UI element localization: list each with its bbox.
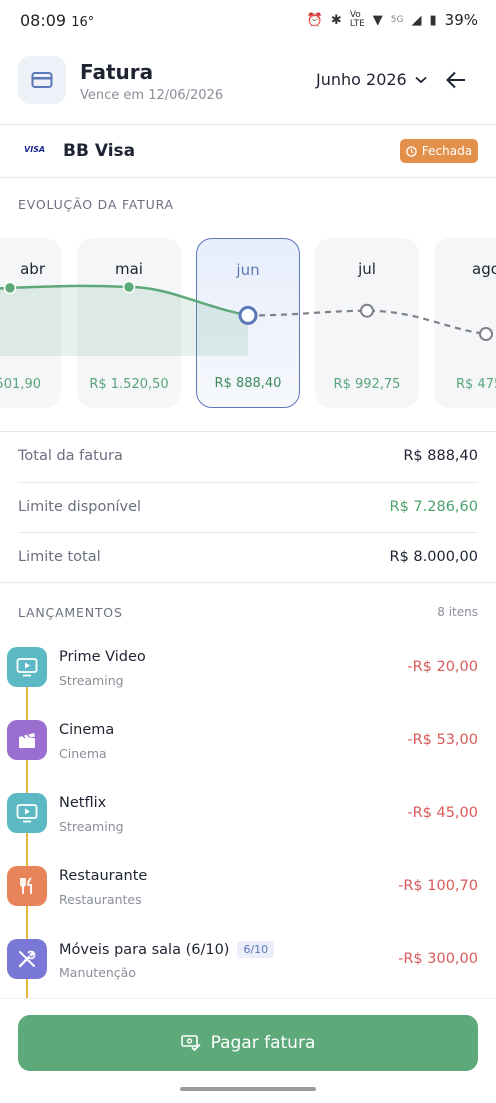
evolution-title: EVOLUÇÃO DA FATURA [18,197,174,212]
transaction-item[interactable]: Móveis para sala (6/10) 6/10 Manutenção … [0,938,496,998]
divider [0,582,496,583]
transaction-title: Móveis para sala (6/10) 6/10 [59,941,275,958]
wifi-icon: ▼ [372,12,383,28]
transaction-category: Restaurantes [59,892,142,907]
transaction-name: Restaurante [59,868,148,884]
page-title: Fatura [80,60,154,84]
available-limit-label: Limite disponível [18,499,142,515]
clock-time: 08:09 [20,11,67,30]
transaction-title: Netflix [59,795,106,811]
alarm-icon: ⏰ [306,12,323,28]
visa-logo: VISA [24,145,46,154]
due-date: Vence em 12/06/2026 [80,88,224,103]
total-limit-value: R$ 8.000,00 [389,549,478,565]
tv-icon [7,647,47,687]
chart-area [0,285,248,356]
clock-icon [406,145,417,157]
total-limit-label: Limite total [18,549,101,565]
card-info: VISA BB Visa Fechada [0,126,496,178]
transaction-name: Prime Video [59,649,146,665]
transaction-title: Cinema [59,722,114,738]
bluetooth-icon: ✱ [330,12,342,28]
volte-icon: Vo LTE [349,10,365,29]
evolution-line [0,280,493,356]
chart-point-mai [122,280,136,294]
available-limit-value: R$ 7.286,60 [389,499,478,515]
transaction-item[interactable]: Netflix Streaming -R$ 45,00 [0,792,496,852]
signal-icon: ◢ [411,12,422,28]
cash-check-icon [180,1035,201,1051]
card-name: BB Visa [63,141,136,161]
divider [0,177,496,178]
total-row: Total da fatura R$ 888,40 [18,432,478,482]
transaction-item[interactable]: Cinema Cinema -R$ 53,00 [0,719,496,779]
transaction-item[interactable]: Prime Video Streaming -R$ 20,00 [0,646,496,706]
tools-icon [7,939,47,979]
evolution-chart: abr R$ 1.501,90 mai R$ 1.520,50 jun R$ 8… [0,222,496,428]
network-type: 5G [390,15,404,25]
credit-card-icon [18,56,66,104]
battery-level: 39% [444,11,478,29]
transactions-count: 8 itens [437,605,478,619]
transaction-amount: -R$ 20,00 [407,659,478,675]
total-label: Total da fatura [18,448,123,464]
status-bar: 08:09 16° ⏰ ✱ Vo LTE ▼ 5G ◢ ▮ 39% [0,0,496,44]
status-icons: ⏰ ✱ Vo LTE ▼ 5G ◢ ▮ 39% [306,10,478,30]
status-time: 08:09 16° [20,11,94,30]
transaction-name: Netflix [59,795,107,811]
chart-point-jun [238,305,258,325]
temperature: 16° [71,15,95,30]
available-limit-row: Limite disponível R$ 7.286,60 [18,483,478,533]
transaction-amount: -R$ 100,70 [398,878,478,894]
header: Fatura Vence em 12/06/2026 Junho 2026 [0,52,496,112]
pay-invoice-button[interactable]: Pagar fatura [18,1015,478,1071]
chart-point-jul [360,303,374,318]
transaction-category: Streaming [59,673,124,688]
total-value: R$ 888,40 [403,448,478,464]
transaction-category: Cinema [59,746,107,761]
transaction-amount: -R$ 53,00 [407,732,478,748]
pay-invoice-label: Pagar fatura [210,1033,316,1053]
status-badge: Fechada [400,139,478,163]
chart-point-abr [3,281,17,295]
chevron-down-icon [415,76,427,83]
transaction-title: Prime Video [59,649,146,665]
tv-icon [7,793,47,833]
installment-badge: 6/10 [237,941,275,958]
transaction-name: Cinema [59,722,115,738]
month-selector-label: Junho 2026 [316,70,407,89]
transaction-item[interactable]: Restaurante Restaurantes -R$ 100,70 [0,865,496,925]
transaction-name: Móveis para sala (6/10) [59,941,230,958]
transaction-category: Streaming [59,819,124,834]
month-selector[interactable]: Junho 2026 [316,70,427,89]
transaction-title: Restaurante [59,868,147,884]
divider [0,124,496,125]
back-button[interactable] [440,64,472,96]
transaction-category: Manutenção [59,965,136,980]
home-indicator[interactable] [180,1087,316,1091]
transactions-title: LANÇAMENTOS [18,605,123,620]
cutlery-icon [7,866,47,906]
arrow-left-icon [446,71,465,89]
bottom-bar: Pagar fatura [0,998,496,1103]
status-badge-label: Fechada [421,144,473,158]
chart-point-ago [479,327,493,341]
transaction-amount: -R$ 300,00 [398,951,478,967]
total-limit-row: Limite total R$ 8.000,00 [18,533,478,583]
battery-icon: ▮ [429,12,437,28]
transaction-amount: -R$ 45,00 [407,805,478,821]
clapperboard-icon [7,720,47,760]
